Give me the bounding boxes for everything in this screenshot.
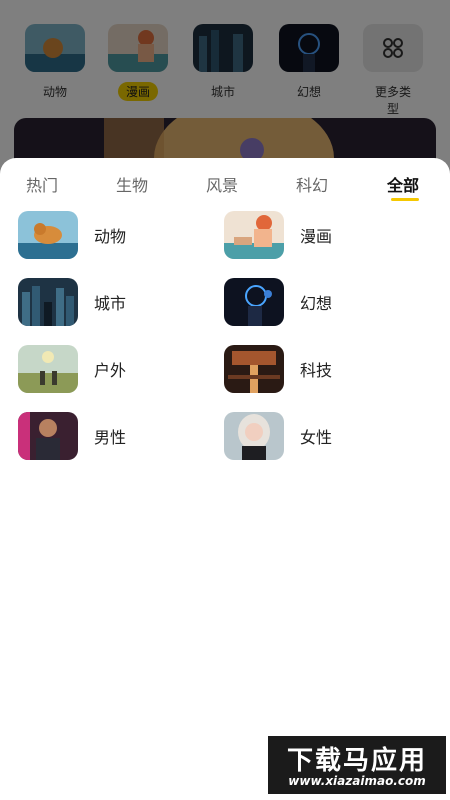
category-item-animal[interactable]: 动物 <box>18 208 218 262</box>
animal-image <box>18 211 78 259</box>
male-image <box>18 412 78 460</box>
category-label: 幻想 <box>300 294 333 313</box>
category-label: 男性 <box>94 428 127 447</box>
category-item-fantasy[interactable]: 幻想 <box>224 275 424 329</box>
tab-all[interactable]: 全部 <box>387 172 419 196</box>
fantasy-image <box>224 278 284 326</box>
watermark-title: 下载马应用 <box>286 746 427 776</box>
category-label: 城市 <box>94 294 127 313</box>
tab-creature[interactable]: 生物 <box>116 172 148 196</box>
category-item-tech[interactable]: 科技 <box>224 342 424 396</box>
category-label: 科技 <box>300 361 333 380</box>
category-label: 漫画 <box>300 227 333 246</box>
watermark-url: www.xiazaimao.com <box>288 774 426 788</box>
outdoor-image <box>18 345 78 393</box>
category-tabs: 热门 生物 风景 科幻 全部 <box>0 158 450 204</box>
category-item-male[interactable]: 男性 <box>18 409 218 463</box>
category-item-comic[interactable]: 漫画 <box>224 208 424 262</box>
tab-hot[interactable]: 热门 <box>26 172 58 196</box>
category-label: 户外 <box>94 361 127 380</box>
category-label: 动物 <box>94 227 127 246</box>
category-item-outdoor[interactable]: 户外 <box>18 342 218 396</box>
city-image <box>18 278 78 326</box>
female-image <box>224 412 284 460</box>
site-watermark: 下载马应用 www.xiazaimao.com <box>268 736 446 794</box>
active-tab-indicator <box>391 198 419 201</box>
tab-scenery[interactable]: 风景 <box>206 172 238 196</box>
category-label: 女性 <box>300 428 333 447</box>
category-item-city[interactable]: 城市 <box>18 275 218 329</box>
category-sheet: 热门 生物 风景 科幻 全部 动物 漫画 城市 幻想 户外 科技 男性 女性 <box>0 158 450 800</box>
tech-image <box>224 345 284 393</box>
comic-image <box>224 211 284 259</box>
category-item-female[interactable]: 女性 <box>224 409 424 463</box>
tab-scifi[interactable]: 科幻 <box>296 172 328 196</box>
